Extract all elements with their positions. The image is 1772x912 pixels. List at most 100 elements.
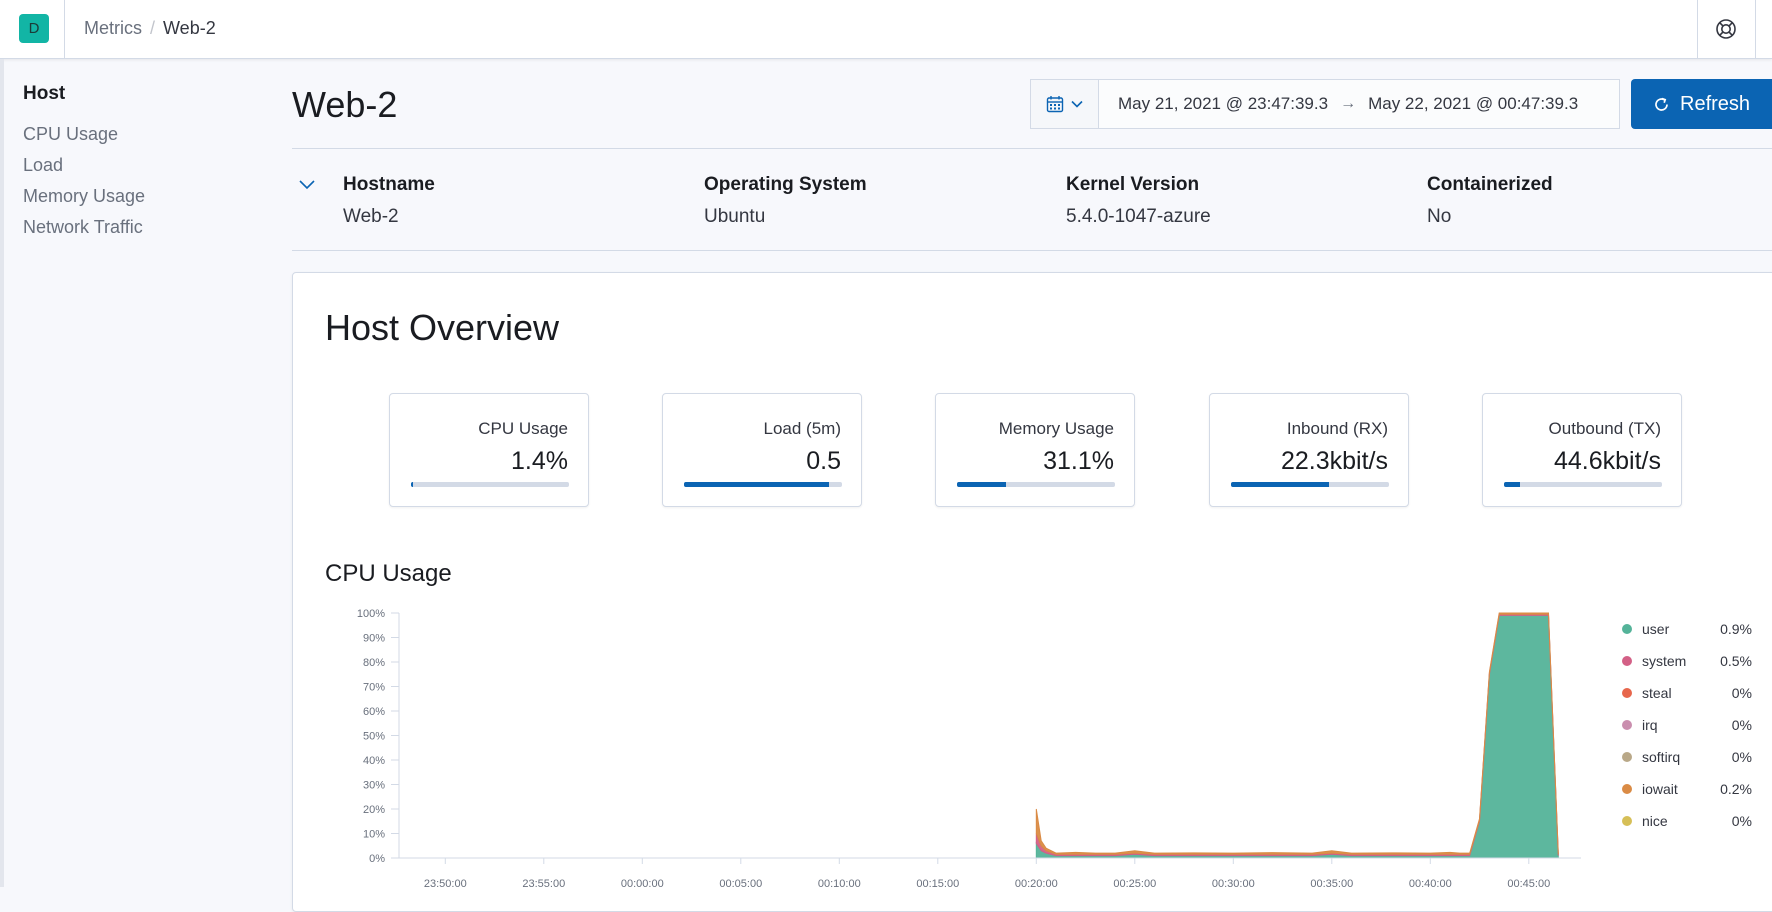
breadcrumb: Metrics / Web-2 (84, 18, 216, 39)
divider (292, 148, 1772, 149)
breadcrumb-separator: / (150, 18, 156, 38)
legend-value: 0% (1731, 813, 1752, 829)
meta-label: Kernel Version (1066, 174, 1200, 195)
stat-value: 22.3kbit/s (1280, 447, 1388, 475)
legend-swatch (1622, 784, 1632, 794)
side-nav-item-load[interactable]: Load (23, 154, 145, 185)
legend-swatch (1622, 720, 1632, 730)
legend-item-user[interactable]: user 0.9% (1622, 613, 1752, 645)
meta-label: Hostname (343, 174, 435, 195)
quick-select-button[interactable] (1031, 80, 1099, 128)
stat-progress-fill (1504, 482, 1520, 487)
legend-item-system[interactable]: system 0.5% (1622, 645, 1752, 677)
x-tick-label: 00:25:00 (1113, 878, 1156, 887)
stat-card-cpu-usage: CPU Usage 1.4% (389, 393, 589, 507)
meta-kernel: Kernel Version 5.4.0-1047-azure (1066, 174, 1211, 228)
x-tick-label: 00:30:00 (1212, 878, 1255, 887)
y-tick-label: 40% (363, 755, 385, 767)
x-tick-label: 00:35:00 (1310, 878, 1353, 887)
legend-item-irq[interactable]: irq 0% (1622, 709, 1752, 741)
help-lifebuoy-icon[interactable] (1715, 18, 1737, 40)
y-tick-label: 50% (363, 731, 385, 743)
legend-label: nice (1642, 813, 1668, 829)
start-date[interactable]: May 21, 2021 @ 23:47:39.3 (1118, 94, 1328, 114)
side-nav-title: Host (23, 83, 66, 104)
stat-value: 31.1% (1043, 447, 1114, 475)
stat-card-load: Load (5m) 0.5 (662, 393, 862, 507)
legend-swatch (1622, 752, 1632, 762)
stat-progress-bar (411, 482, 569, 487)
page-title: Web-2 (292, 84, 398, 125)
breadcrumb-metrics[interactable]: Metrics (84, 18, 142, 39)
legend-value: 0% (1731, 749, 1752, 765)
legend-label: iowait (1642, 781, 1678, 797)
host-overview-title: Host Overview (325, 307, 560, 348)
legend-value: 0% (1731, 685, 1752, 701)
side-nav-item-network-traffic[interactable]: Network Traffic (23, 216, 145, 247)
stat-progress-bar (957, 482, 1115, 487)
stat-progress-fill (1231, 482, 1329, 487)
stat-label: CPU Usage (478, 419, 568, 438)
calendar-icon (1046, 96, 1063, 113)
refresh-label: Refresh (1680, 92, 1751, 115)
cpu-usage-chart: 100% 90% 80% 70% 60% 50% 40% 30% 20% 10% 0% 23:50:0… (357, 608, 1581, 887)
divider (64, 0, 65, 59)
side-nav-item-cpu-usage[interactable]: CPU Usage (23, 123, 145, 154)
meta-containerized: Containerized No (1427, 174, 1553, 228)
y-tick-label: 10% (363, 829, 385, 841)
stat-value: 1.4% (511, 447, 568, 475)
legend-item-steal[interactable]: steal 0% (1622, 677, 1752, 709)
stat-progress-bar (684, 482, 842, 487)
chart-legend: user 0.9% system 0.5% steal 0% irq 0% softirq 0% i… (1622, 613, 1752, 837)
y-tick-label: 0% (369, 853, 385, 865)
legend-swatch (1622, 688, 1632, 698)
chevron-down-icon (1070, 100, 1083, 108)
breadcrumb-current: Web-2 (163, 18, 216, 38)
collapse-chevron-icon[interactable] (298, 178, 316, 192)
y-tick-label: 30% (363, 780, 385, 792)
meta-hostname: Hostname Web-2 (343, 174, 435, 228)
legend-label: system (1642, 653, 1687, 669)
x-tick-label: 00:15:00 (916, 878, 959, 887)
y-tick-label: 100% (357, 608, 385, 620)
end-date[interactable]: May 22, 2021 @ 00:47:39.3 (1368, 94, 1578, 114)
stat-progress-bar (1504, 482, 1662, 487)
y-tick-label: 90% (363, 633, 385, 645)
legend-item-nice[interactable]: nice 0% (1622, 805, 1752, 837)
side-nav: Host CPU Usage Load Memory Usage Network… (23, 83, 145, 247)
stat-card-inbound: Inbound (RX) 22.3kbit/s (1209, 393, 1409, 507)
meta-label: Containerized (1427, 174, 1553, 195)
x-tick-label: 00:20:00 (1015, 878, 1058, 887)
nav-edge (0, 59, 4, 887)
meta-value: No (1427, 206, 1452, 227)
x-tick-label: 00:40:00 (1409, 878, 1452, 887)
stat-progress-fill (684, 482, 830, 487)
stat-progress-bar (1231, 482, 1389, 487)
stat-card-outbound: Outbound (TX) 44.6kbit/s (1482, 393, 1682, 507)
divider (292, 250, 1772, 251)
y-tick-label: 20% (363, 804, 385, 816)
stat-progress-fill (957, 482, 1007, 487)
legend-label: user (1642, 621, 1670, 637)
legend-value: 0.5% (1720, 653, 1752, 669)
y-tick-label: 70% (363, 682, 385, 694)
stat-value: 0.5 (806, 447, 841, 475)
side-nav-item-memory-usage[interactable]: Memory Usage (23, 185, 145, 216)
legend-value: 0.9% (1720, 621, 1752, 637)
stat-progress-fill (411, 482, 414, 487)
x-tick-label: 23:55:00 (522, 878, 565, 887)
meta-label: Operating System (704, 174, 867, 195)
y-tick-label: 60% (363, 706, 385, 718)
meta-value: Web-2 (343, 206, 399, 227)
legend-swatch (1622, 816, 1632, 826)
legend-value: 0.2% (1720, 781, 1752, 797)
cpu-usage-title: CPU Usage (325, 560, 452, 587)
legend-item-softirq[interactable]: softirq 0% (1622, 741, 1752, 773)
legend-label: steal (1642, 685, 1672, 701)
refresh-button[interactable]: Refresh (1631, 79, 1772, 129)
legend-item-iowait[interactable]: iowait 0.2% (1622, 773, 1752, 805)
x-tick-label: 00:00:00 (621, 878, 664, 887)
space-avatar[interactable]: D (19, 14, 49, 43)
date-range-arrow: → (1340, 95, 1357, 112)
divider (1755, 0, 1756, 59)
